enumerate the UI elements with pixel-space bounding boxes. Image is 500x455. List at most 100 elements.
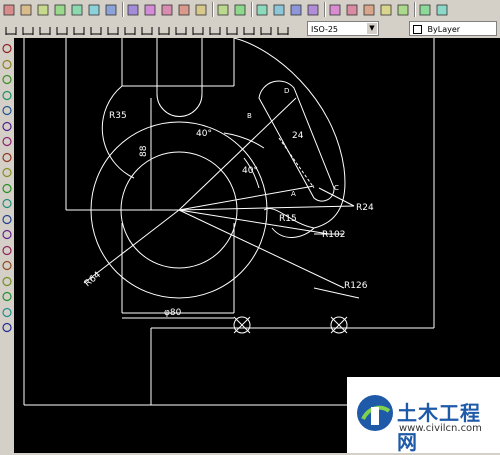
slot-arc (156, 93, 203, 117)
dim-88: 88 (139, 145, 149, 157)
dim-angle-40a: 40° (196, 129, 212, 139)
paste-icon[interactable] (160, 2, 174, 16)
dimstyle-dropdown[interactable]: ISO-25 ▼ (307, 21, 379, 36)
ellipse-arc-icon[interactable] (1, 195, 13, 209)
copy-icon[interactable] (143, 2, 157, 16)
hatch-icon[interactable] (1, 257, 13, 271)
qleader-icon[interactable] (191, 22, 205, 36)
point-icon[interactable] (1, 242, 13, 255)
arc-slot (258, 80, 335, 202)
dim-24: 24 (292, 131, 304, 141)
dim-r64: R64 (83, 270, 103, 289)
quick-dim-icon[interactable] (140, 22, 154, 36)
angular-dim-icon[interactable] (123, 22, 137, 36)
radial-line (178, 209, 330, 235)
diameter-dim-icon[interactable] (106, 22, 120, 36)
rectangle-icon[interactable] (1, 102, 13, 116)
toolpalette-icon[interactable] (362, 2, 376, 16)
toolbar-separator (122, 2, 124, 17)
arc-icon[interactable] (1, 118, 13, 131)
designcenter-icon[interactable] (345, 2, 359, 16)
circle-icon[interactable] (1, 133, 13, 147)
radial-line (83, 209, 180, 284)
construction-line-icon[interactable] (1, 56, 13, 69)
sheetset-icon[interactable] (379, 2, 393, 16)
r35-arc (101, 85, 135, 179)
draw-toolbar (0, 38, 15, 453)
dim-r24: R24 (356, 203, 374, 213)
mtext-icon[interactable] (1, 319, 13, 333)
dim-angle-40b: 40° (242, 166, 258, 176)
arc-slot-centerline (278, 137, 315, 189)
chevron-down-icon[interactable]: ▼ (367, 23, 377, 34)
help-icon[interactable] (435, 2, 449, 16)
region-icon[interactable] (1, 288, 13, 302)
make-block-icon[interactable] (1, 226, 13, 240)
markup-icon[interactable] (396, 2, 410, 16)
center-mark-icon[interactable] (225, 22, 239, 36)
continue-dim-icon[interactable] (174, 22, 188, 36)
dim-r15: R15 (279, 214, 297, 224)
watermark-url: www.civilcn.com (399, 423, 482, 434)
cut-icon[interactable] (126, 2, 140, 16)
layer-value: ByLayer (427, 25, 461, 34)
dimstyle-value: ISO-25 (311, 25, 339, 34)
dim-r126: R126 (344, 281, 368, 291)
dimedit-icon[interactable] (242, 22, 256, 36)
radial-line (178, 209, 345, 289)
spell-icon[interactable] (104, 2, 118, 16)
insert-block-icon[interactable] (1, 211, 13, 224)
angle-arc (223, 132, 265, 149)
brush-icon[interactable] (194, 2, 208, 16)
zoom-window-icon[interactable] (289, 2, 303, 16)
jogged-dim-icon[interactable] (89, 22, 103, 36)
properties-icon[interactable] (328, 2, 342, 16)
zoom-previous-icon[interactable] (306, 2, 320, 16)
toolbar-separator (251, 2, 253, 17)
calc-icon[interactable] (418, 2, 432, 16)
radial-line (178, 97, 297, 211)
match-icon[interactable] (177, 2, 191, 16)
tolerance-icon[interactable] (208, 22, 222, 36)
dim-r102: R102 (322, 230, 345, 240)
publish-icon[interactable] (87, 2, 101, 16)
preview-icon[interactable] (70, 2, 84, 16)
aligned-dim-icon[interactable] (21, 22, 35, 36)
point-label-b: B (247, 112, 252, 120)
radius-dim-icon[interactable] (72, 22, 86, 36)
polygon-icon[interactable] (1, 87, 13, 100)
toolbar-separator (414, 2, 416, 17)
ordinate-dim-icon[interactable] (55, 22, 69, 36)
layer-dropdown[interactable]: ByLayer (409, 21, 497, 36)
watermark: 土木工程网 www.civilcn.com (347, 377, 500, 454)
dimupdate-icon[interactable] (276, 22, 290, 36)
zoom-realtime-icon[interactable] (272, 2, 286, 16)
open-icon[interactable] (19, 2, 33, 16)
point-label-c: C (334, 184, 339, 192)
print-icon[interactable] (53, 2, 67, 16)
civil-logo-icon (357, 395, 393, 431)
table-icon[interactable] (1, 304, 13, 317)
revcloud-icon[interactable] (1, 149, 13, 162)
dim-phi80: φ80 (164, 308, 182, 318)
save-icon[interactable] (36, 2, 50, 16)
redo-icon[interactable] (233, 2, 247, 16)
color-swatch-icon (413, 25, 422, 34)
arc-length-icon[interactable] (38, 22, 52, 36)
toolbar-separator (324, 2, 326, 17)
baseline-dim-icon[interactable] (157, 22, 171, 36)
linear-dim-icon[interactable] (4, 22, 18, 36)
ellipse-icon[interactable] (1, 180, 13, 193)
polyline-icon[interactable] (1, 71, 13, 85)
line-icon[interactable] (1, 40, 13, 54)
dimension-toolbar: ISO-25 ▼ ByLayer (0, 20, 500, 39)
toolbar-separator (212, 2, 214, 17)
pan-icon[interactable] (255, 2, 269, 16)
new-icon[interactable] (2, 2, 16, 16)
gradient-icon[interactable] (1, 273, 13, 286)
spline-icon[interactable] (1, 164, 13, 178)
dimtedit-icon[interactable] (259, 22, 273, 36)
point-label-d: D (284, 87, 289, 95)
undo-icon[interactable] (216, 2, 230, 16)
standard-toolbar (0, 0, 500, 21)
